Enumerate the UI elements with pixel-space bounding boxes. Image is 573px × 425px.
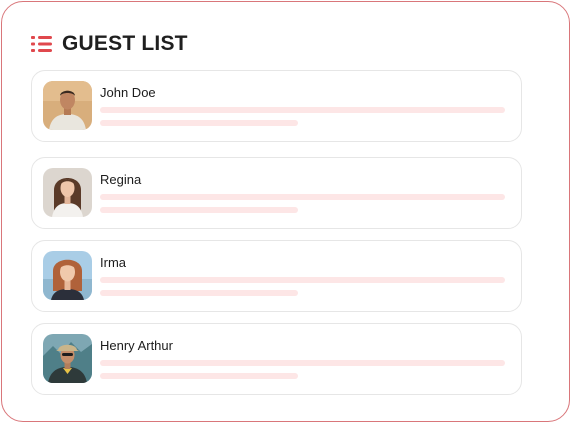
placeholder-bar (100, 360, 505, 366)
list-icon (31, 36, 52, 52)
person-photo-avatar-icon (43, 334, 92, 383)
guest-name: Regina (100, 172, 142, 187)
placeholder-bar (100, 277, 505, 283)
avatar (43, 334, 92, 383)
guest-card[interactable]: Irma (31, 240, 522, 312)
person-photo-avatar-icon (43, 168, 92, 217)
person-photo-avatar-icon (43, 81, 92, 130)
guest-card[interactable]: John Doe (31, 70, 522, 142)
guest-card[interactable]: Henry Arthur (31, 323, 522, 395)
person-photo-avatar-icon (43, 251, 92, 300)
placeholder-bar (100, 120, 298, 126)
avatar (43, 251, 92, 300)
placeholder-bar (100, 107, 505, 113)
guest-name: John Doe (100, 85, 156, 100)
page-title: GUEST LIST (62, 32, 188, 55)
placeholder-bar (100, 207, 298, 213)
guest-list-header: GUEST LIST (31, 32, 188, 56)
avatar (43, 81, 92, 130)
guest-card[interactable]: Regina (31, 157, 522, 229)
placeholder-bar (100, 373, 298, 379)
guest-name: Irma (100, 255, 126, 270)
placeholder-bar (100, 194, 505, 200)
guest-list-panel: GUEST LIST John Doe Regina Irma Henry Ar… (1, 1, 570, 422)
placeholder-bar (100, 290, 298, 296)
guest-name: Henry Arthur (100, 338, 173, 353)
avatar (43, 168, 92, 217)
